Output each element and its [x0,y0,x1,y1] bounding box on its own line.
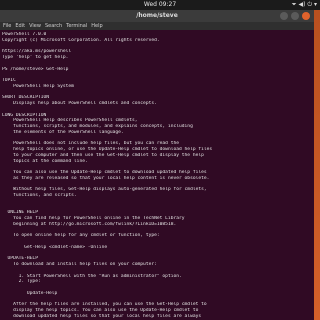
terminal-window: /home/steve File Edit View Search Termin… [0,10,314,320]
menu-edit[interactable]: Edit [15,22,25,30]
desktop-background [314,10,320,320]
maximize-button[interactable] [291,12,299,20]
terminal-line: download updated help files so that your… [2,313,202,319]
minimize-button[interactable] [280,12,288,20]
menu-search[interactable]: Search [45,22,62,30]
system-top-bar: Wed 09:27 ⏷ ◀) ⏻ ▾ [0,0,320,10]
menu-help[interactable]: Help [91,22,102,30]
system-tray[interactable]: ⏷ ◀) ⏻ ▾ [292,0,317,10]
window-titlebar[interactable]: /home/steve [0,10,314,22]
terminal-output[interactable]: PowerShell 7.0.0 Copyright (c) Microsoft … [0,30,314,320]
menu-terminal[interactable]: Terminal [66,22,87,30]
menu-view[interactable]: View [29,22,41,30]
close-button[interactable] [302,12,310,20]
menu-file[interactable]: File [3,22,11,30]
window-title: /home/steve [136,12,178,19]
system-clock[interactable]: Wed 09:27 [144,0,176,10]
menu-bar: File Edit View Search Terminal Help [0,22,314,30]
window-controls [280,12,310,20]
